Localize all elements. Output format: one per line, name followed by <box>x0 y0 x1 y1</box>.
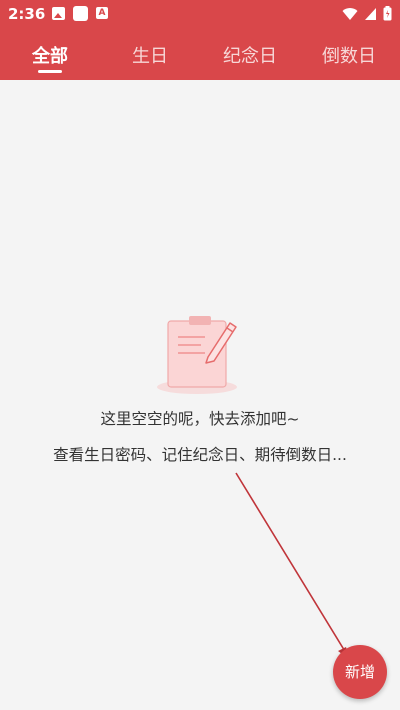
square-icon <box>73 6 88 21</box>
wifi-icon <box>342 7 358 20</box>
add-button[interactable]: 新增 <box>333 645 387 699</box>
empty-state-hint: 查看生日密码、记住纪念日、期待倒数日... <box>53 446 347 464</box>
app-header: 2:36 A 全部 生日 纪念日 倒数日 <box>0 0 400 80</box>
tab-bar: 全部 生日 纪念日 倒数日 <box>0 36 400 80</box>
signal-icon <box>365 7 376 20</box>
gallery-icon <box>52 7 65 20</box>
a-text-icon: A <box>96 7 108 19</box>
tab-anniversary[interactable]: 纪念日 <box>223 42 277 68</box>
tab-countdown[interactable]: 倒数日 <box>322 42 376 68</box>
status-time: 2:36 <box>8 5 46 23</box>
status-bar: 2:36 A <box>0 0 400 28</box>
tab-all[interactable]: 全部 <box>32 42 68 68</box>
active-tab-indicator <box>38 70 62 73</box>
battery-icon <box>383 6 392 21</box>
clipboard-pencil-icon <box>157 316 237 394</box>
tab-birthday[interactable]: 生日 <box>132 42 168 68</box>
status-icons-right <box>342 6 392 21</box>
status-icons-left: A <box>52 6 108 22</box>
empty-state-message: 这里空空的呢，快去添加吧~ <box>100 410 300 428</box>
